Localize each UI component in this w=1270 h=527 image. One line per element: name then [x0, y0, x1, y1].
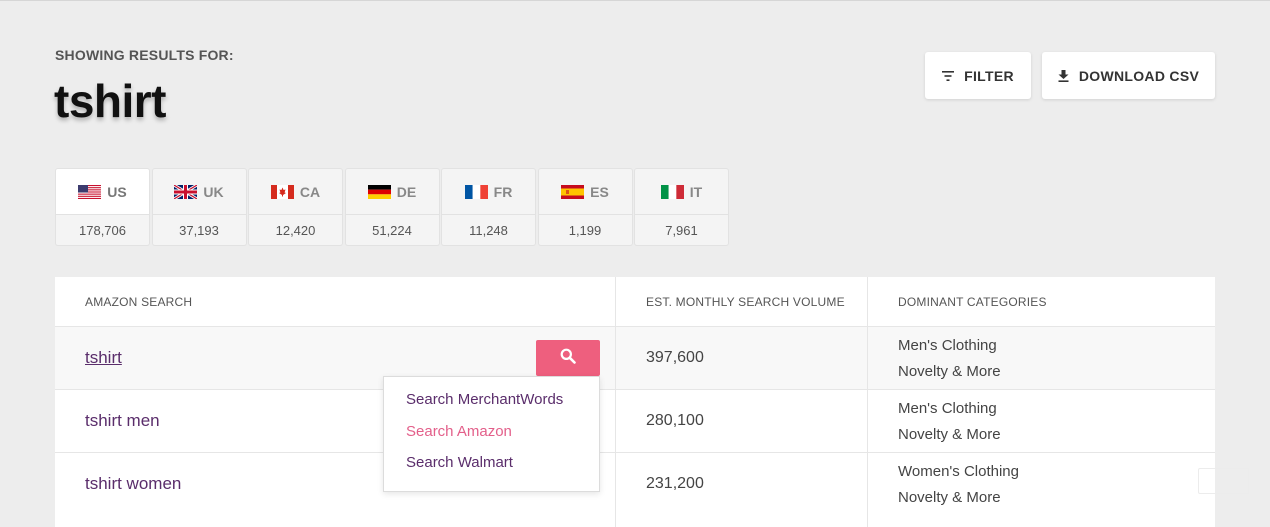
- tab-de[interactable]: DE 51,224: [344, 168, 440, 246]
- tab-it[interactable]: IT 7,961: [634, 168, 729, 246]
- filter-button[interactable]: FILTER: [925, 52, 1031, 99]
- table-row: tshirt men 280,100 Men's Clothing Novelt…: [55, 389, 1215, 452]
- tab-count: 37,193: [151, 215, 247, 246]
- search-options-button[interactable]: [536, 340, 600, 376]
- tab-label: FR: [493, 183, 513, 200]
- market-tabs: US 178,706 UK 37,193 CA 12,420 DE 51,224…: [55, 168, 731, 246]
- download-csv-button[interactable]: DOWNLOAD CSV: [1042, 52, 1215, 99]
- es-flag-icon: [561, 184, 585, 199]
- table-row: tshirt 397,600 Men's Clothing Novelty & …: [55, 326, 1215, 389]
- column-divider: [615, 277, 616, 527]
- tab-count: 12,420: [248, 215, 343, 246]
- search-merchantwords-option[interactable]: Search MerchantWords: [384, 391, 599, 423]
- tab-count: 7,961: [634, 215, 729, 246]
- dominant-categories: Men's Clothing Novelty & More: [898, 333, 1001, 385]
- category-item: Novelty & More: [898, 363, 1001, 380]
- uk-flag-icon: [174, 184, 198, 199]
- tab-label: CA: [299, 183, 321, 200]
- table-row: tshirt women 231,200 Women's Clothing No…: [55, 452, 1215, 515]
- it-flag-icon: [660, 184, 684, 199]
- category-item: Novelty & More: [898, 489, 1001, 506]
- tab-es[interactable]: ES 1,199: [537, 168, 633, 246]
- search-amazon-option[interactable]: Search Amazon: [384, 423, 599, 455]
- category-item: Men's Clothing: [898, 400, 997, 417]
- search-volume: 231,200: [646, 475, 704, 492]
- category-item: Men's Clothing: [898, 337, 997, 354]
- showing-results-label: SHOWING RESULTS FOR:: [55, 47, 234, 63]
- ca-flag-icon: [270, 184, 294, 199]
- tab-label: UK: [203, 183, 224, 200]
- page-title: tshirt: [54, 75, 167, 127]
- search-options-dropdown: Search MerchantWords Search Amazon Searc…: [383, 376, 600, 492]
- tab-label: IT: [689, 183, 703, 200]
- search-walmart-option[interactable]: Search Walmart: [384, 454, 599, 486]
- tab-count: 178,706: [55, 215, 150, 246]
- tab-uk[interactable]: UK 37,193: [151, 168, 247, 246]
- search-icon: [560, 348, 576, 369]
- us-flag-icon: [78, 184, 102, 199]
- column-header-amazon-search[interactable]: AMAZON SEARCH: [55, 277, 616, 326]
- tab-count: 51,224: [344, 215, 440, 246]
- dominant-categories: Women's Clothing Novelty & More: [898, 459, 1019, 511]
- fr-flag-icon: [464, 184, 488, 199]
- tab-label: ES: [590, 183, 609, 200]
- search-term-link[interactable]: tshirt: [85, 327, 122, 389]
- tab-count: 11,248: [441, 215, 536, 246]
- search-volume: 397,600: [646, 349, 704, 366]
- dominant-categories: Men's Clothing Novelty & More: [898, 396, 1001, 448]
- column-divider: [867, 277, 868, 527]
- column-header-categories[interactable]: DOMINANT CATEGORIES: [868, 277, 1215, 326]
- filter-icon: [942, 70, 955, 81]
- filter-label: FILTER: [964, 67, 1014, 84]
- de-flag-icon: [367, 184, 391, 199]
- results-table: AMAZON SEARCH EST. MONTHLY SEARCH VOLUME…: [55, 277, 1215, 527]
- category-item: Novelty & More: [898, 426, 1001, 443]
- search-term-link[interactable]: tshirt women: [85, 453, 181, 515]
- tab-fr[interactable]: FR 11,248: [441, 168, 536, 246]
- category-item: Women's Clothing: [898, 463, 1019, 480]
- tab-label: DE: [396, 183, 417, 200]
- search-volume: 280,100: [646, 412, 704, 429]
- download-label: DOWNLOAD CSV: [1078, 67, 1200, 84]
- tab-label: US: [107, 183, 127, 200]
- tab-ca[interactable]: CA 12,420: [248, 168, 343, 246]
- tab-count: 1,199: [537, 215, 633, 246]
- column-header-search-volume[interactable]: EST. MONTHLY SEARCH VOLUME: [616, 277, 868, 326]
- top-divider: [0, 0, 1270, 1]
- download-icon: [1058, 69, 1069, 82]
- search-term-link[interactable]: tshirt men: [85, 390, 160, 452]
- faded-overlay-button[interactable]: [1198, 468, 1249, 494]
- tab-us[interactable]: US 178,706: [55, 168, 150, 246]
